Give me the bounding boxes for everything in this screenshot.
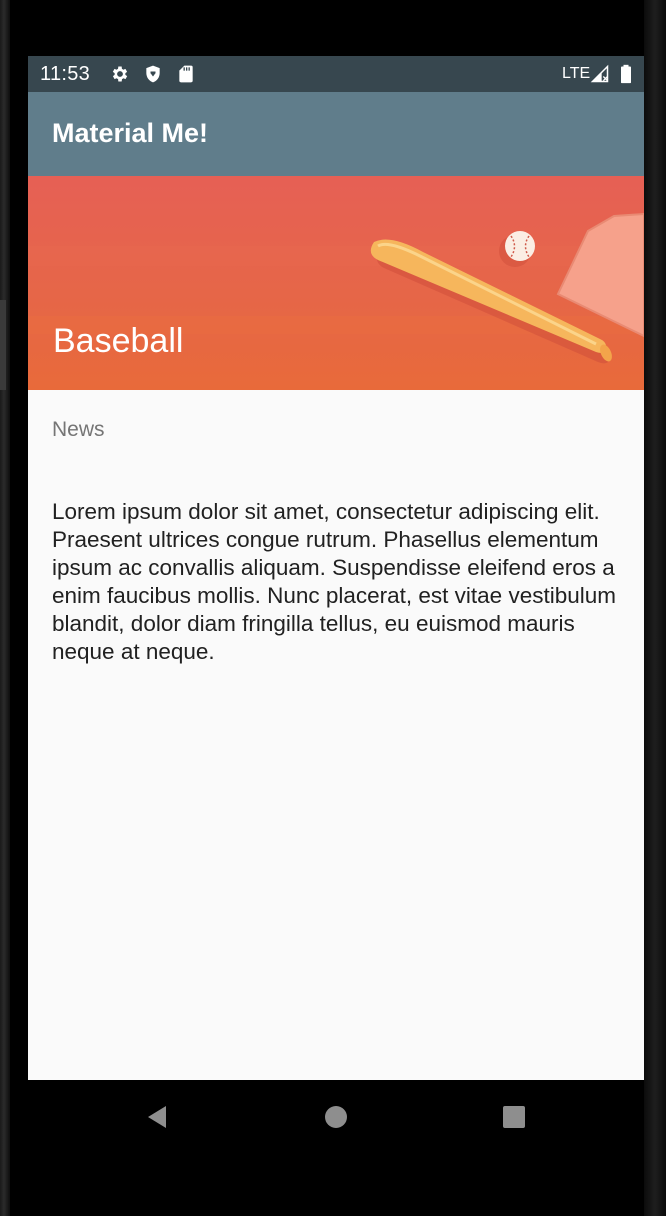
- status-time: 11:53: [40, 63, 91, 85]
- settings-icon: [112, 66, 128, 82]
- home-icon[interactable]: [323, 1104, 349, 1130]
- sport-title: Baseball: [53, 322, 184, 360]
- screen: 11:53 LTE Material Me! Baseball News Lor…: [28, 56, 644, 1080]
- network-type: LTE: [562, 65, 591, 82]
- back-icon[interactable]: [144, 1104, 170, 1130]
- sd-card-icon: [179, 65, 193, 83]
- app-bar: Material Me!: [28, 92, 644, 176]
- device-bezel-right: [644, 0, 666, 1216]
- volume-button: [0, 300, 6, 390]
- phone-device: 11:53 LTE Material Me! Baseball News Lor…: [0, 0, 666, 1216]
- sport-subtitle: News: [52, 418, 105, 441]
- recents-icon[interactable]: [501, 1104, 527, 1130]
- sport-image: Baseball: [28, 176, 644, 390]
- sport-description: Lorem ipsum dolor sit amet, consectetur …: [52, 499, 616, 664]
- status-bar: 11:53 LTE: [28, 56, 644, 92]
- device-bezel-left: [0, 0, 10, 1216]
- navigation-bar: [28, 1080, 644, 1152]
- shield-icon: [146, 65, 160, 83]
- signal-icon: [590, 64, 609, 83]
- battery-icon: [621, 64, 631, 84]
- app-title: Material Me!: [52, 118, 209, 148]
